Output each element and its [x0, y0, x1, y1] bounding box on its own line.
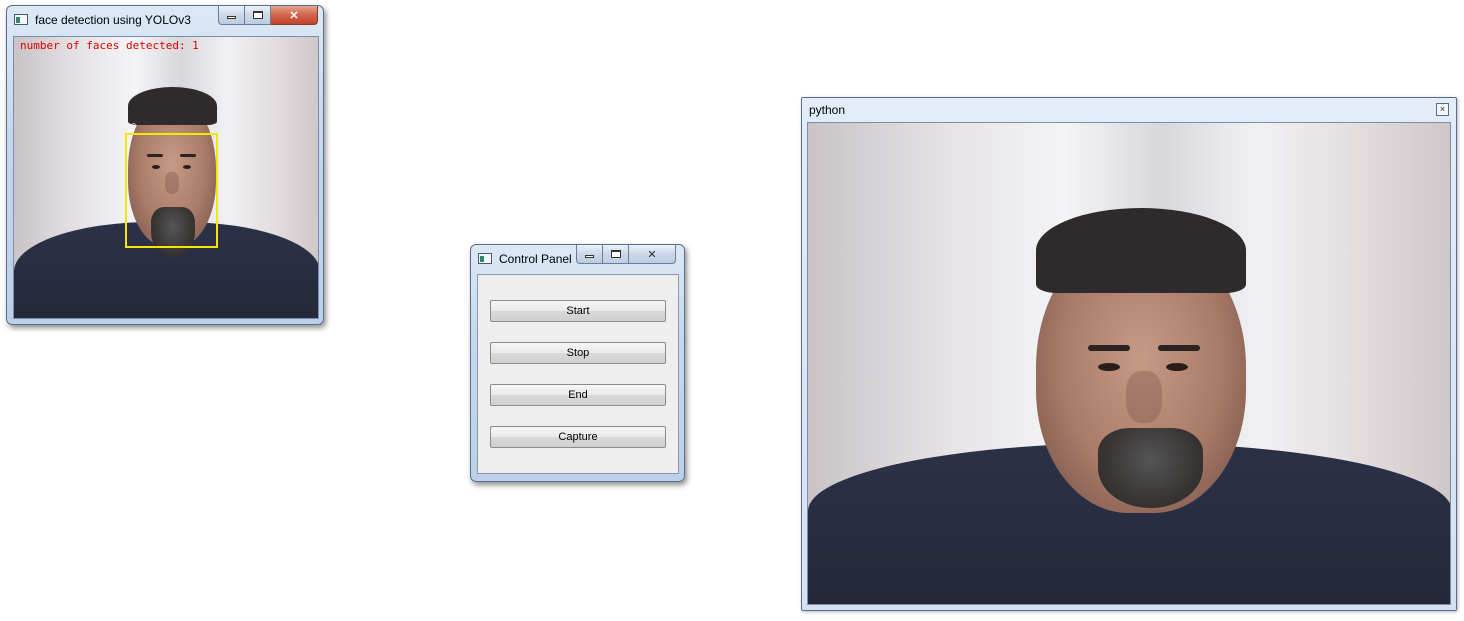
bbox-label: 1.0: [126, 123, 136, 130]
end-button[interactable]: End: [490, 384, 666, 406]
window-title: Control Panel: [499, 252, 572, 266]
video-frame: 1.0 number of faces detected: 1: [13, 36, 319, 319]
face-bounding-box: [125, 133, 218, 248]
window-title: python: [809, 103, 846, 117]
capture-button[interactable]: Capture: [490, 426, 666, 448]
window-title: face detection using YOLOv3: [35, 13, 191, 27]
minimize-icon: [585, 255, 594, 258]
caption-buttons: ✕: [218, 6, 318, 25]
maximize-icon: [610, 250, 621, 258]
minimize-icon: [227, 16, 236, 19]
maximize-button[interactable]: [603, 245, 629, 264]
close-icon: ×: [1439, 104, 1446, 114]
python-titlebar[interactable]: python: [802, 98, 1456, 122]
camera-image: [808, 123, 1450, 604]
control-panel-window: Control Panel ✕ Start Stop End Capture: [470, 244, 685, 482]
app-icon: [478, 253, 492, 264]
maximize-icon: [252, 11, 263, 19]
start-button[interactable]: Start: [490, 300, 666, 322]
yolo-window: face detection using YOLOv3 ✕ 1.0 number…: [6, 5, 324, 325]
close-icon: ✕: [647, 248, 657, 261]
close-button[interactable]: ✕: [629, 245, 676, 264]
stop-button[interactable]: Stop: [490, 342, 666, 364]
minimize-button[interactable]: [218, 6, 245, 25]
minimize-button[interactable]: [576, 245, 603, 264]
close-icon: ✕: [289, 9, 299, 22]
python-window: python ×: [801, 97, 1457, 611]
maximize-button[interactable]: [245, 6, 271, 25]
close-button[interactable]: ✕: [271, 6, 318, 25]
app-icon: [14, 14, 28, 25]
caption-buttons: ✕: [576, 245, 676, 264]
control-panel-body: Start Stop End Capture: [477, 274, 679, 474]
close-button[interactable]: ×: [1436, 103, 1449, 116]
video-frame: [807, 122, 1451, 605]
faces-count-text: number of faces detected: 1: [20, 39, 199, 52]
